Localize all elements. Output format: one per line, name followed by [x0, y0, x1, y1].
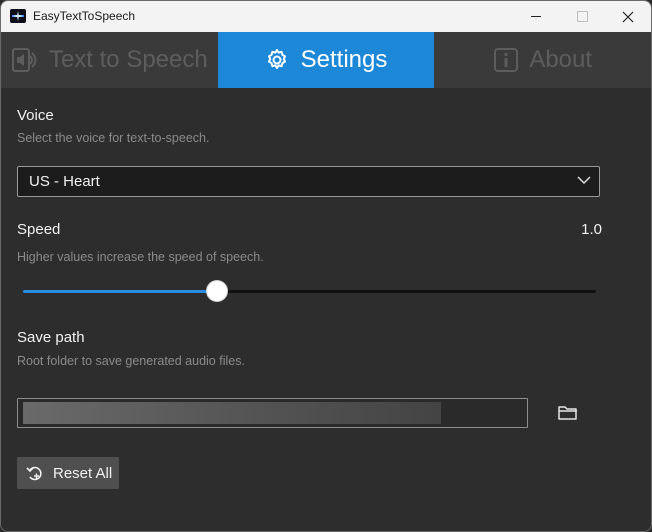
- maximize-icon: [576, 11, 588, 22]
- close-button[interactable]: [605, 1, 651, 32]
- title-bar[interactable]: EasyTextToSpeech: [1, 1, 651, 32]
- save-path-label: Save path: [17, 329, 85, 346]
- tab-label: About: [529, 46, 593, 73]
- folder-icon: [558, 406, 577, 420]
- browse-folder-button[interactable]: [554, 401, 582, 425]
- speed-slider[interactable]: [23, 280, 596, 304]
- settings-panel: Voice Select the voice for text-to-speec…: [1, 88, 651, 531]
- tab-settings[interactable]: Settings: [217, 32, 435, 88]
- close-icon: [622, 11, 634, 22]
- voice-selected-value: US - Heart: [29, 173, 100, 190]
- speed-description: Higher values increase the speed of spee…: [17, 250, 264, 264]
- save-path-input[interactable]: [17, 398, 528, 428]
- info-icon: [493, 47, 519, 73]
- reset-all-label: Reset All: [53, 465, 113, 482]
- redacted-path-value: [23, 402, 441, 424]
- gear-icon: [265, 48, 289, 72]
- tab-label: Settings: [300, 46, 388, 73]
- reset-icon: [26, 466, 42, 481]
- minimize-icon: [531, 16, 541, 17]
- tab-label: Text to Speech: [48, 46, 208, 73]
- tab-about[interactable]: About: [434, 32, 651, 88]
- save-path-description: Root folder to save generated audio file…: [17, 354, 245, 368]
- voice-dropdown[interactable]: US - Heart: [17, 166, 600, 197]
- reset-all-button[interactable]: Reset All: [17, 457, 119, 489]
- voice-label: Voice: [17, 107, 54, 124]
- app-window: EasyTextToSpeech Text to Speech Settings…: [0, 0, 652, 532]
- slider-fill: [23, 290, 217, 293]
- slider-thumb[interactable]: [206, 281, 227, 301]
- tab-text-to-speech[interactable]: Text to Speech: [1, 32, 218, 88]
- minimize-button[interactable]: [513, 1, 559, 32]
- speed-label: Speed: [17, 221, 61, 238]
- voice-description: Select the voice for text-to-speech.: [17, 131, 210, 145]
- window-title: EasyTextToSpeech: [33, 9, 136, 23]
- speaker-document-icon: [11, 47, 37, 73]
- maximize-button[interactable]: [559, 1, 605, 32]
- speed-value: 1.0: [581, 221, 602, 238]
- tab-bar: Text to Speech Settings About: [1, 32, 651, 88]
- chevron-down-icon: [577, 176, 591, 185]
- app-logo-icon: [10, 9, 26, 23]
